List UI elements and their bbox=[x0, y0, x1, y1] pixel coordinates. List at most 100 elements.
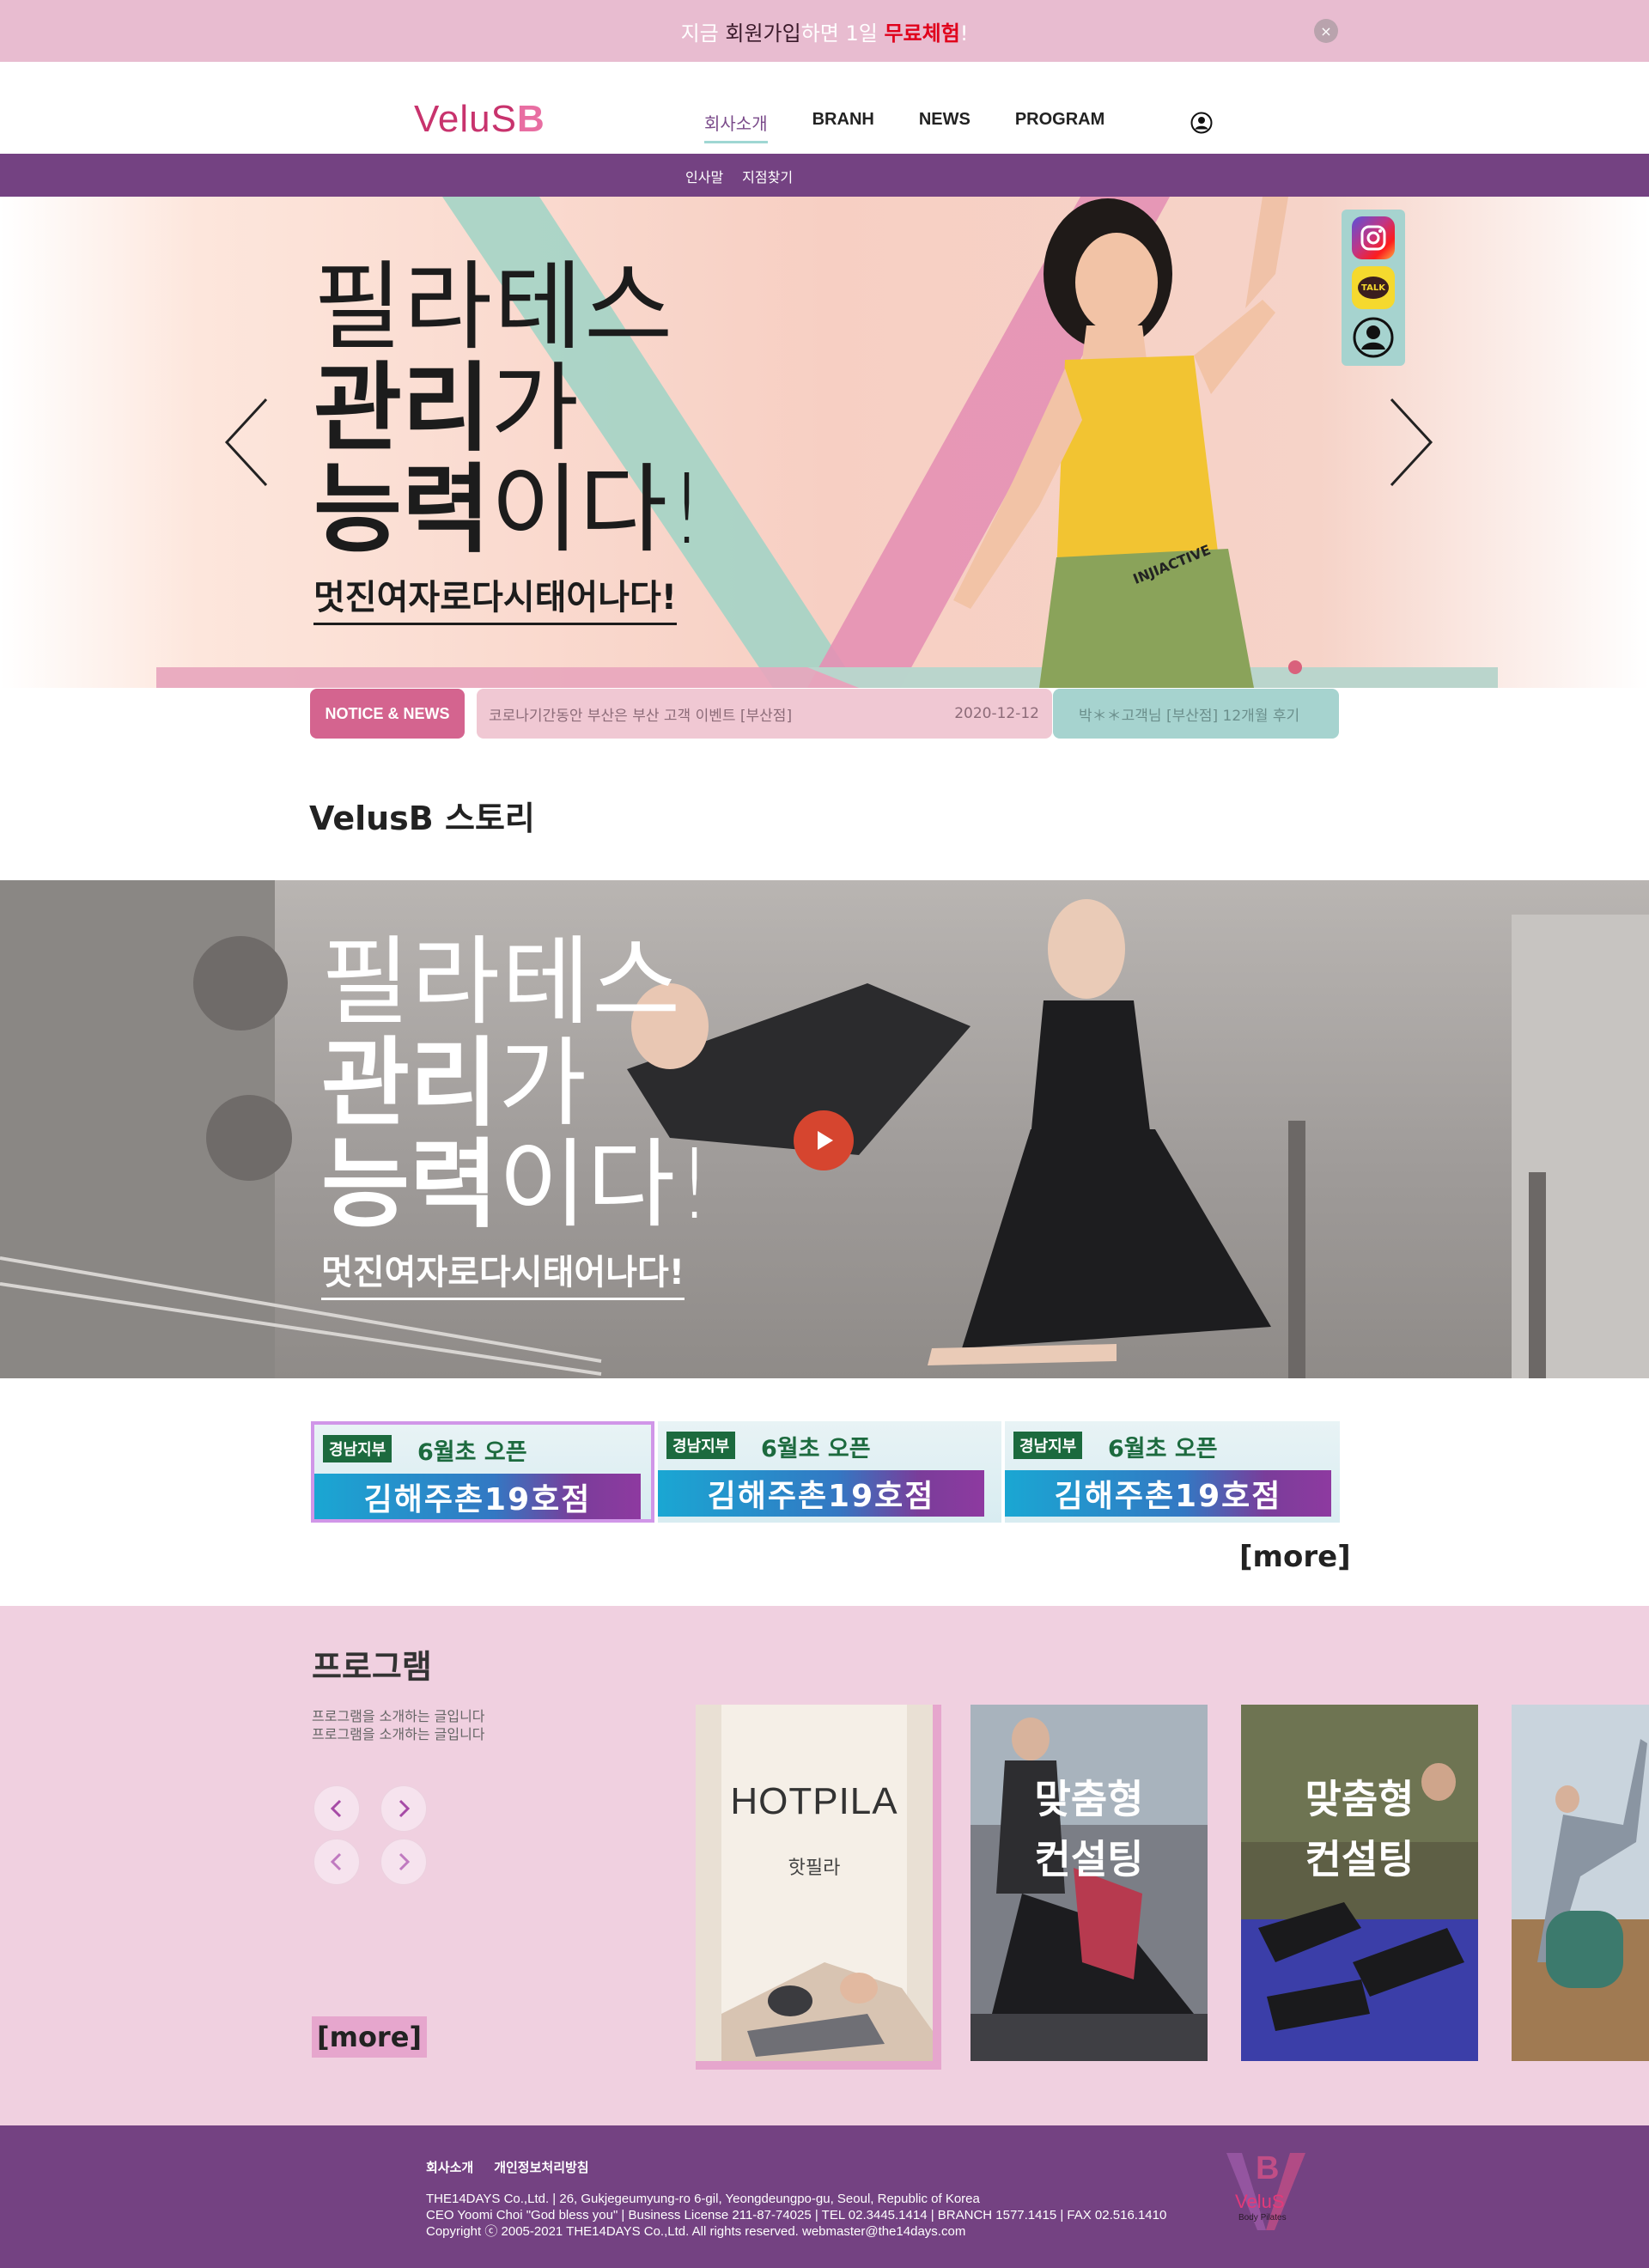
program-section: 프로그램 프로그램을 소개하는 글입니다 프로그램을 소개하는 글입니다 [mo… bbox=[0, 1606, 1649, 2125]
branch-tag: 경남지부 bbox=[323, 1435, 392, 1462]
play-icon[interactable] bbox=[794, 1110, 854, 1170]
branch-tag: 경남지부 bbox=[1013, 1432, 1083, 1459]
program-prev-button-alt[interactable] bbox=[313, 1839, 360, 1885]
branch-tag: 경남지부 bbox=[666, 1432, 736, 1459]
program-title: 프로그램 bbox=[312, 1648, 432, 1686]
program-prev-button[interactable] bbox=[313, 1785, 360, 1832]
kakao-talk-icon[interactable]: TALK bbox=[1352, 266, 1395, 309]
profile-icon[interactable] bbox=[1352, 316, 1395, 359]
nav-item-company[interactable]: 회사소개 bbox=[704, 110, 768, 143]
branch-open: 6월초 오픈 bbox=[1108, 1436, 1218, 1462]
branch-open: 6월초 오픈 bbox=[761, 1436, 871, 1462]
slider-dot[interactable] bbox=[1288, 660, 1302, 674]
logo-text: VeluS bbox=[414, 98, 517, 140]
video-line3-bold: 능력 bbox=[321, 1129, 499, 1241]
hero-model-image: INJIACTIVE bbox=[953, 197, 1288, 688]
notice-item[interactable]: 코로나기간동안 부산은 부산 고객 이벤트 [부산점] 2020-12-12 bbox=[477, 689, 1052, 739]
program-next-button[interactable] bbox=[380, 1785, 427, 1832]
program-description: 프로그램을 소개하는 글입니다 프로그램을 소개하는 글입니다 bbox=[312, 1707, 485, 1743]
story-title: VelusB 스토리 bbox=[309, 800, 535, 837]
footer-logo[interactable]: B VeluS Body Pilates bbox=[1221, 2144, 1311, 2239]
instagram-icon[interactable] bbox=[1352, 216, 1395, 259]
branch-banner-1[interactable]: 경남지부 6월초 오픈 김해주촌19호점 bbox=[311, 1421, 654, 1523]
footer-logo-sub: Body Pilates bbox=[1238, 2213, 1287, 2222]
video-line3-light: 이다! bbox=[498, 1129, 715, 1241]
nav-item-program[interactable]: PROGRAM bbox=[1015, 110, 1104, 143]
program-desc-line1: 프로그램을 소개하는 글입니다 bbox=[312, 1708, 485, 1724]
branch-banner-3[interactable]: 경남지부 6월초 오픈 김해주촌19호점 bbox=[1005, 1421, 1340, 1523]
branch-open: 6월초 오픈 bbox=[417, 1439, 527, 1466]
video-subtitle: 멋진여자로다시태어나다! bbox=[321, 1244, 685, 1300]
program-card-title: HOTPILA bbox=[730, 1780, 898, 1822]
footer-logo-text: VeluS bbox=[1235, 2191, 1285, 2212]
footer-links: 회사소개 개인정보처리방침 bbox=[426, 2158, 589, 2176]
subnav-item-greeting[interactable]: 인사말 bbox=[685, 166, 723, 186]
sub-nav-items: 인사말 지점찾기 bbox=[685, 166, 793, 186]
program-card-consulting-1[interactable]: 맞춤형 컨설팅 bbox=[971, 1705, 1208, 2061]
sub-nav: 인사말 지점찾기 bbox=[0, 154, 1649, 197]
video-line2-light: 가 bbox=[498, 1028, 587, 1140]
promo-part4: 무료체험 bbox=[884, 21, 960, 46]
program-image-4 bbox=[1512, 1705, 1649, 2061]
kakao-talk-label: TALK bbox=[1358, 277, 1389, 299]
video-line1: 필라테스 bbox=[321, 927, 683, 1038]
chevron-left-icon[interactable] bbox=[222, 395, 273, 489]
video-line2: 관리가 bbox=[321, 1033, 714, 1134]
footer-copyright: Copyright ⓒ 2005-2021 THE14DAYS Co.,Ltd.… bbox=[426, 2224, 966, 2239]
program-desc-line2: 프로그램을 소개하는 글입니다 bbox=[312, 1726, 485, 1742]
logo[interactable]: VeluSB bbox=[414, 98, 545, 141]
hero-copy: 필라테스 관리가 능력이다! 멋진여자로다시태어나다! bbox=[313, 257, 706, 625]
program-card-title-line1: 맞춤형 bbox=[1034, 1776, 1144, 1822]
notice-news-label[interactable]: NOTICE & NEWS bbox=[310, 689, 465, 739]
nav-item-branch[interactable]: BRANH bbox=[812, 110, 874, 143]
hotpila-image bbox=[696, 1705, 933, 2061]
branch-banner-2[interactable]: 경남지부 6월초 오픈 김해주촌19호점 bbox=[658, 1421, 1001, 1523]
svg-text:B: B bbox=[1256, 2150, 1279, 2186]
user-icon[interactable] bbox=[1190, 112, 1213, 134]
site-header: VeluSB 회사소개 BRANH NEWS PROGRAM bbox=[0, 62, 1649, 154]
hero-line3-light: 이다! bbox=[490, 454, 707, 566]
subnav-item-find-branch[interactable]: 지점찾기 bbox=[742, 166, 793, 186]
close-icon[interactable]: × bbox=[1314, 19, 1338, 43]
hero-line3-bold: 능력 bbox=[313, 454, 491, 566]
hero-line1: 필라테스 bbox=[313, 252, 675, 363]
hero-subtitle: 멋진여자로다시태어나다! bbox=[313, 569, 678, 625]
hero-line2-light: 가 bbox=[490, 353, 580, 465]
nav-item-news[interactable]: NEWS bbox=[919, 110, 971, 143]
video-line3: 능력이다! bbox=[321, 1134, 714, 1236]
footer-link-company[interactable]: 회사소개 bbox=[426, 2158, 473, 2176]
program-card-title-line2: 컨설팅 bbox=[1305, 1836, 1415, 1882]
story-video[interactable]: 필라테스 관리가 능력이다! 멋진여자로다시태어나다! bbox=[0, 880, 1649, 1378]
program-next-button-alt[interactable] bbox=[380, 1839, 427, 1885]
notice-item-title: 코로나기간동안 부산은 부산 고객 이벤트 [부산점] bbox=[489, 707, 793, 725]
promo-part2: 회원가입 bbox=[725, 21, 801, 46]
promo-part5: ! bbox=[959, 21, 969, 46]
branch-name: 김해주촌19호점 bbox=[658, 1470, 984, 1517]
review-item[interactable]: 박＊＊고객님 [부산점] 12개월 후기 bbox=[1053, 689, 1339, 739]
branch-name: 김해주촌19호점 bbox=[314, 1474, 641, 1519]
logo-b: B bbox=[516, 98, 545, 140]
branch-more-link[interactable]: [more] bbox=[1239, 1540, 1351, 1574]
site-footer: 회사소개 개인정보처리방침 THE14DAYS Co.,Ltd. | 26, G… bbox=[0, 2125, 1649, 2268]
main-nav: 회사소개 BRANH NEWS PROGRAM bbox=[704, 110, 1104, 143]
program-card-title-line1: 맞춤형 bbox=[1305, 1776, 1415, 1822]
program-card-title-line2: 컨설팅 bbox=[1034, 1836, 1144, 1882]
promo-part3: 하면 1일 bbox=[800, 21, 885, 46]
footer-info: THE14DAYS Co.,Ltd. | 26, Gukjegeumyung-r… bbox=[426, 2191, 1166, 2240]
program-card-hotpila[interactable]: HOTPILA 핫필라 bbox=[696, 1705, 941, 2070]
footer-address: THE14DAYS Co.,Ltd. | 26, Gukjegeumyung-r… bbox=[426, 2192, 980, 2206]
program-card-partial[interactable] bbox=[1512, 1705, 1649, 2061]
hero-line2: 관리가 bbox=[313, 358, 706, 459]
social-sidebar: TALK bbox=[1342, 210, 1405, 366]
promo-text[interactable]: 지금 회원가입하면 1일 무료체험! bbox=[681, 16, 969, 46]
footer-business-info: CEO Yoomi Choi "God bless you" | Busines… bbox=[426, 2208, 1167, 2222]
program-more-button[interactable]: [more] bbox=[312, 2016, 427, 2058]
program-card-consulting-2[interactable]: 맞춤형 컨설팅 bbox=[1241, 1705, 1478, 2061]
branch-name: 김해주촌19호점 bbox=[1005, 1470, 1331, 1517]
video-line2-bold: 관리 bbox=[321, 1028, 499, 1140]
footer-link-privacy[interactable]: 개인정보처리방침 bbox=[494, 2158, 588, 2176]
promo-part1: 지금 bbox=[680, 21, 726, 46]
chevron-right-icon[interactable] bbox=[1384, 395, 1436, 489]
program-card-subtitle: 핫필라 bbox=[788, 1858, 841, 1879]
video-copy: 필라테스 관리가 능력이다! 멋진여자로다시태어나다! bbox=[321, 932, 714, 1300]
